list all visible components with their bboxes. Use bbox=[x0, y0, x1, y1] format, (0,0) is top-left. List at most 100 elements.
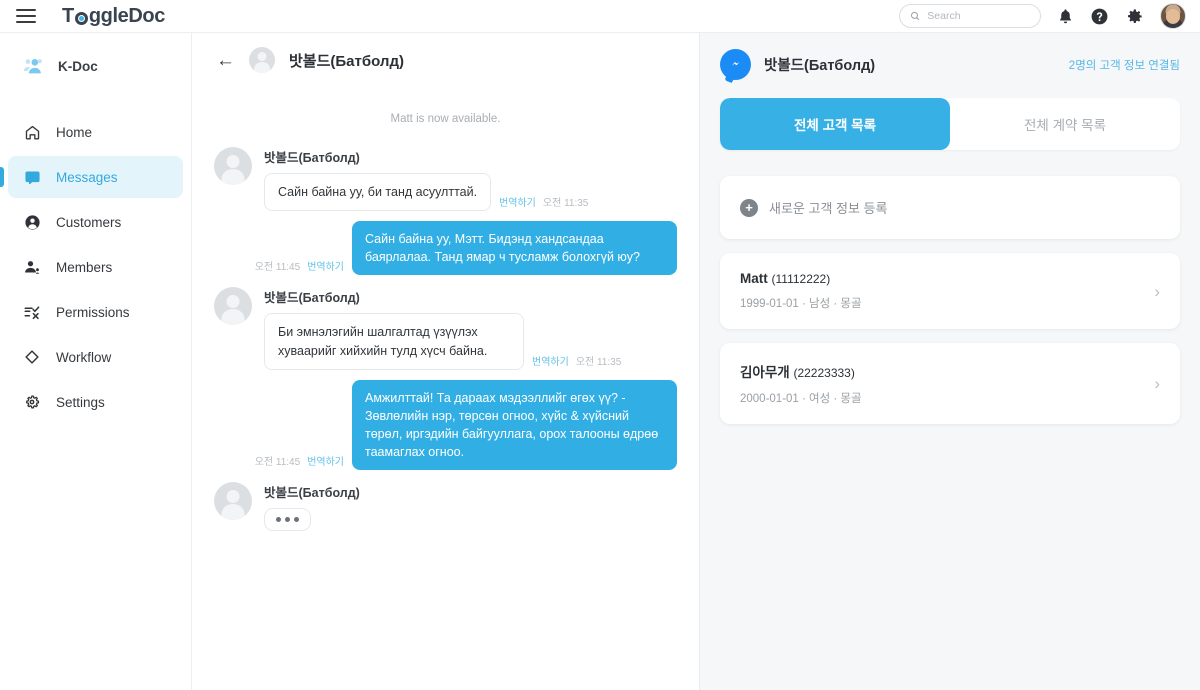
system-note: Matt is now available. bbox=[390, 113, 501, 125]
customer-id: (22223333) bbox=[793, 366, 855, 380]
typing-dot bbox=[294, 517, 299, 523]
message-thread: Matt is now available. 밧볼드(Батболд) Сайн… bbox=[192, 85, 699, 690]
translate-link[interactable]: 번역하기 bbox=[499, 194, 536, 209]
message-bubble: Би эмнэлэгийн шалгалтад үзүүлэх хуваарий… bbox=[264, 313, 524, 370]
sidebar-item-workflow[interactable]: Workflow bbox=[8, 336, 183, 378]
panel-tabs: 전체 고객 목록 전체 계약 목록 bbox=[720, 98, 1180, 150]
org-header[interactable]: K-Doc bbox=[0, 47, 191, 85]
home-icon bbox=[22, 124, 42, 141]
message-time: 오전 11:45 bbox=[254, 457, 301, 469]
message-icon bbox=[22, 169, 42, 186]
avatar bbox=[214, 287, 252, 326]
message-sender: 밧볼드(Батболд) bbox=[264, 486, 360, 501]
main-body: K-Doc Home Messages Customers Members Pe… bbox=[0, 32, 1200, 690]
search-input[interactable] bbox=[927, 10, 1030, 22]
sidebar-item-settings[interactable]: Settings bbox=[8, 381, 183, 423]
message-meta: 오전 11:45 번역하기 bbox=[255, 453, 344, 470]
typing-indicator bbox=[264, 508, 311, 532]
tab-customer-list[interactable]: 전체 고객 목록 bbox=[720, 98, 950, 150]
customer-id: (11112222) bbox=[771, 272, 831, 286]
help-icon[interactable] bbox=[1090, 7, 1109, 26]
panel-contact-name: 밧볼드(Батболд) bbox=[764, 58, 876, 74]
sidebar-item-customers[interactable]: Customers bbox=[8, 201, 183, 243]
customer-title: 김아무개 (22223333) bbox=[740, 361, 1154, 381]
members-icon bbox=[22, 258, 42, 276]
message-time: 오전 11:35 bbox=[575, 356, 622, 368]
sidebar-item-label: Members bbox=[56, 259, 113, 275]
message-sender: 밧볼드(Батболд) bbox=[264, 291, 360, 306]
message-meta: 오전 11:45 번역하기 bbox=[255, 258, 344, 275]
avatar[interactable] bbox=[1160, 3, 1186, 29]
message-incoming: 밧볼드(Батболд) Би эмнэлэгийн шалгалтад үзү… bbox=[214, 287, 677, 370]
customer-name: Matt bbox=[740, 271, 768, 286]
bell-icon[interactable] bbox=[1057, 8, 1074, 25]
sidebar-item-label: Permissions bbox=[56, 304, 130, 320]
sidebar-item-label: Workflow bbox=[56, 349, 112, 365]
logo-text-before: T bbox=[62, 4, 74, 27]
avatar bbox=[214, 482, 252, 521]
customer-card[interactable]: 김아무개 (22223333) 2000-01-01 · 여성 · 몽골 › bbox=[720, 343, 1180, 424]
sidebar: K-Doc Home Messages Customers Members Pe… bbox=[0, 33, 192, 690]
typing-dot bbox=[276, 517, 281, 523]
chat-header: ← 밧볼드(Батболд) bbox=[192, 33, 699, 85]
translate-link[interactable]: 번역하기 bbox=[532, 353, 569, 368]
message-outgoing: 오전 11:45 번역하기 Сайн байна уу, Мэтт. Бидэн… bbox=[214, 221, 677, 276]
person-icon bbox=[22, 214, 42, 231]
customer-title: Matt (11112222) bbox=[740, 271, 1154, 286]
gear-icon bbox=[22, 393, 42, 411]
tab-contract-list[interactable]: 전체 계약 목록 bbox=[950, 98, 1180, 150]
typing-indicator-row: 밧볼드(Батболд) bbox=[214, 482, 677, 532]
avatar bbox=[249, 47, 275, 73]
diamond-icon bbox=[22, 348, 42, 366]
sidebar-item-members[interactable]: Members bbox=[8, 246, 183, 288]
linked-customers-link[interactable]: 2명의 고객 정보 연결됨 bbox=[1069, 57, 1180, 73]
translate-link[interactable]: 번역하기 bbox=[307, 258, 344, 273]
typing-dot bbox=[285, 517, 290, 523]
search-icon bbox=[911, 11, 920, 21]
sidebar-item-messages[interactable]: Messages bbox=[0, 156, 183, 198]
translate-link[interactable]: 번역하기 bbox=[307, 453, 344, 468]
customer-panel: 밧볼드(Батболд) 2명의 고객 정보 연결됨 전체 고객 목록 전체 계… bbox=[700, 33, 1200, 690]
message-sender: 밧볼드(Батболд) bbox=[264, 151, 360, 165]
logo-text-after: ggleDoc bbox=[88, 4, 166, 27]
message-bubble: Сайн байна уу, Мэтт. Бидэнд хандсандаа б… bbox=[352, 221, 677, 276]
add-customer-card[interactable]: + 새로운 고객 정보 등록 bbox=[720, 176, 1180, 239]
search-box[interactable] bbox=[899, 4, 1041, 28]
app-logo[interactable]: TggleDoc bbox=[62, 5, 165, 28]
message-bubble: Амжилттай! Та дараах мэдээллийг өгөх үү?… bbox=[352, 379, 677, 471]
sidebar-item-home[interactable]: Home bbox=[8, 111, 183, 153]
top-bar: TggleDoc bbox=[0, 0, 1200, 32]
customer-name: 김아무개 bbox=[740, 365, 790, 380]
top-bar-actions bbox=[899, 3, 1186, 29]
message-outgoing: 오전 11:45 번역하기 Амжилттай! Та дараах мэдээ… bbox=[214, 379, 677, 471]
back-arrow-icon[interactable]: ← bbox=[216, 51, 235, 70]
plus-icon: + bbox=[740, 198, 758, 217]
chat-title: 밧볼드(Батболд) bbox=[289, 52, 404, 70]
customer-details: 2000-01-01 · 여성 · 몽골 bbox=[740, 393, 862, 405]
customer-details: 1999-01-01 · 남성 · 몽골 bbox=[740, 298, 862, 310]
message-bubble: Сайн байна уу, би танд асуулттай. bbox=[264, 173, 492, 212]
sidebar-item-label: Messages bbox=[56, 169, 118, 185]
add-customer-label: 새로운 고객 정보 등록 bbox=[769, 201, 888, 216]
checklist-icon bbox=[22, 303, 42, 321]
message-time: 오전 11:45 bbox=[254, 262, 301, 274]
chevron-right-icon[interactable]: › bbox=[1154, 375, 1160, 392]
avatar bbox=[214, 147, 252, 185]
message-time: 오전 11:35 bbox=[542, 198, 589, 210]
sidebar-item-label: Settings bbox=[56, 394, 105, 410]
gear-icon[interactable] bbox=[1125, 7, 1144, 26]
message-meta: 번역하기 오전 11:35 bbox=[499, 194, 588, 211]
org-people-icon bbox=[23, 59, 42, 74]
sidebar-item-label: Customers bbox=[56, 214, 122, 230]
message-incoming: 밧볼드(Батболд) Сайн байна уу, би танд асуу… bbox=[214, 147, 677, 212]
messenger-icon bbox=[720, 49, 751, 80]
sidebar-item-permissions[interactable]: Permissions bbox=[8, 291, 183, 333]
app-root: TggleDoc Search K-Doc Home Messages Cust… bbox=[0, 0, 1200, 690]
chat-panel: ← 밧볼드(Батболд) Matt is now available. 밧볼… bbox=[192, 33, 700, 690]
chevron-right-icon[interactable]: › bbox=[1154, 283, 1160, 300]
logo-toggle-icon bbox=[74, 11, 88, 25]
customer-card[interactable]: Matt (11112222) 1999-01-01 · 남성 · 몽골 › bbox=[720, 253, 1180, 329]
panel-header: 밧볼드(Батболд) 2명의 고객 정보 연결됨 bbox=[720, 49, 1180, 80]
sidebar-item-label: Home bbox=[56, 124, 93, 140]
hamburger-icon[interactable] bbox=[16, 9, 36, 23]
